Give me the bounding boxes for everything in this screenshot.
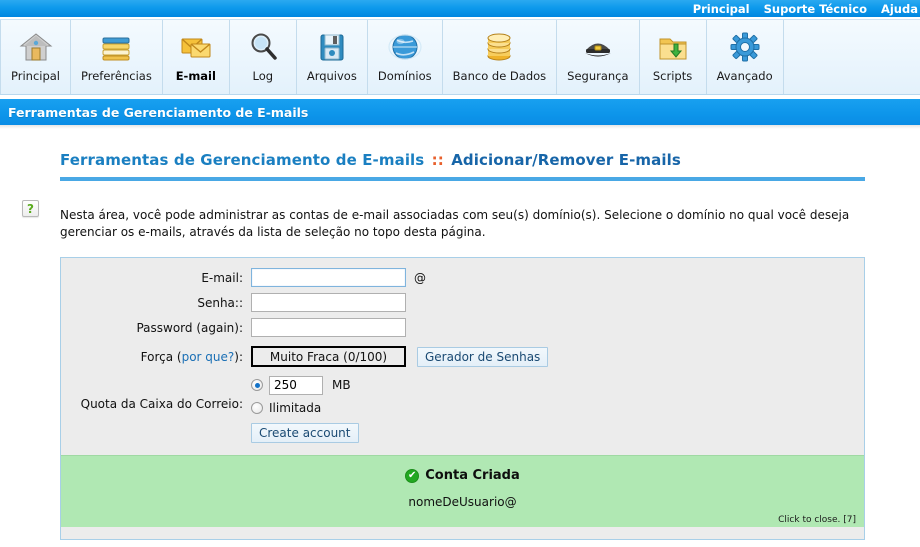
toolbar-label-dominios: Domínios bbox=[377, 69, 432, 83]
toolbar-item-log[interactable]: Log bbox=[230, 20, 297, 94]
page-description: Nesta área, você pode administrar as con… bbox=[60, 208, 850, 239]
toolbar-label-email: E-mail bbox=[175, 69, 216, 83]
toolbar-item-preferencias[interactable]: Preferências bbox=[71, 20, 163, 94]
quota-label: Quota da Caixa do Correio: bbox=[80, 397, 243, 411]
email-account-form-panel: E-mail: @ Senha:: Password (again): Forç… bbox=[60, 257, 865, 540]
topnav-ajuda[interactable]: Ajuda bbox=[881, 2, 918, 16]
quota-size-input[interactable] bbox=[269, 375, 323, 395]
password-field-row: Senha:: bbox=[61, 293, 864, 312]
password-strength-meter: Muito Fraca (0/100) bbox=[251, 346, 406, 367]
mailbox-quota-row: Quota da Caixa do Correio: MB Ilimitada … bbox=[61, 375, 864, 443]
toolbar-label-principal: Principal bbox=[11, 69, 61, 83]
password-label: Senha:: bbox=[197, 295, 243, 310]
toolbar-label-scripts: Scripts bbox=[652, 69, 693, 83]
section-banner: Ferramentas de Gerenciamento de E-mails bbox=[0, 99, 920, 125]
quota-fixed-option: MB bbox=[251, 375, 359, 395]
toolbar-item-arquivos[interactable]: Arquivos bbox=[297, 20, 368, 94]
password-again-label: Password (again): bbox=[136, 320, 243, 335]
toolbar-item-scripts[interactable]: Scripts bbox=[640, 20, 707, 94]
topnav-principal[interactable]: Principal bbox=[693, 2, 750, 16]
house-icon bbox=[13, 25, 59, 69]
toolbar-label-avancado: Avançado bbox=[716, 69, 773, 83]
police-cap-icon bbox=[575, 25, 621, 69]
main-icon-toolbar: Principal Preferências E-mail Log Arquiv… bbox=[0, 20, 920, 95]
toolbar-items: Principal Preferências E-mail Log Arquiv… bbox=[0, 20, 784, 94]
globe-icon bbox=[382, 25, 428, 69]
check-circle-icon: ✔ bbox=[405, 468, 420, 483]
top-navigation-bar: Principal Suporte Técnico Ajuda bbox=[0, 0, 920, 17]
toolbar-item-email[interactable]: E-mail bbox=[163, 20, 230, 94]
success-title-row: ✔ Conta Criada bbox=[61, 468, 864, 483]
breadcrumb: Ferramentas de Gerenciamento de E-mails … bbox=[60, 129, 920, 169]
quota-unlimited-option: Ilimitada bbox=[251, 398, 359, 418]
password-strength-row: Força (por que?): Muito Fraca (0/100) Ge… bbox=[61, 346, 864, 367]
password-again-input[interactable] bbox=[251, 318, 406, 337]
topnav-suporte-tecnico[interactable]: Suporte Técnico bbox=[764, 2, 867, 16]
toolbar-item-principal[interactable]: Principal bbox=[0, 20, 72, 94]
success-title: Conta Criada bbox=[425, 468, 520, 483]
breadcrumb-divider bbox=[60, 177, 865, 181]
strength-label: Força (por que?): bbox=[61, 350, 251, 364]
email-label: E-mail: bbox=[201, 270, 243, 285]
created-account-name: nomeDeUsuario@ bbox=[408, 495, 517, 509]
success-message-panel[interactable]: ✔ Conta Criada nomeDeUsuario@ Click to c… bbox=[61, 455, 864, 527]
password-generator-button[interactable]: Gerador de Senhas bbox=[417, 346, 549, 367]
quota-unlimited-radio[interactable] bbox=[251, 402, 263, 414]
toolbar-label-banco-de-dados: Banco de Dados bbox=[452, 69, 547, 83]
form-fields: E-mail: @ Senha:: Password (again): Forç… bbox=[61, 258, 864, 455]
top-navigation-links: Principal Suporte Técnico Ajuda bbox=[693, 2, 920, 16]
folder-download-icon bbox=[650, 25, 696, 69]
coins-icon bbox=[476, 25, 522, 69]
email-field-row: E-mail: @ bbox=[61, 268, 864, 287]
section-banner-title: Ferramentas de Gerenciamento de E-mails bbox=[8, 104, 309, 120]
close-hint[interactable]: Click to close. [7] bbox=[778, 515, 856, 525]
email-input[interactable] bbox=[251, 268, 406, 287]
toolbar-item-banco-de-dados[interactable]: Banco de Dados bbox=[443, 20, 558, 94]
create-account-button[interactable]: Create account bbox=[251, 423, 359, 443]
password-input[interactable] bbox=[251, 293, 406, 312]
breadcrumb-separator: :: bbox=[431, 151, 444, 169]
breadcrumb-parent[interactable]: Ferramentas de Gerenciamento de E-mails bbox=[60, 151, 424, 169]
quota-options: MB Ilimitada Create account bbox=[251, 375, 359, 443]
quota-unit-label: MB bbox=[332, 378, 351, 392]
help-icon[interactable]: ? bbox=[22, 200, 39, 217]
quota-fixed-radio[interactable] bbox=[251, 379, 263, 391]
why-link[interactable]: por que? bbox=[182, 350, 235, 364]
password-again-field-row: Password (again): bbox=[61, 318, 864, 337]
at-symbol: @ bbox=[414, 270, 426, 285]
books-icon bbox=[93, 25, 139, 69]
toolbar-label-preferencias: Preferências bbox=[81, 69, 152, 83]
gear-icon bbox=[722, 25, 768, 69]
toolbar-item-avancado[interactable]: Avançado bbox=[707, 20, 784, 94]
toolbar-item-seguranca[interactable]: Segurança bbox=[557, 20, 640, 94]
strength-label-prefix: Força ( bbox=[140, 349, 182, 364]
toolbar-label-seguranca: Segurança bbox=[567, 69, 629, 83]
page-content: ? Ferramentas de Gerenciamento de E-mail… bbox=[0, 129, 920, 540]
quota-unlimited-label: Ilimitada bbox=[269, 401, 322, 415]
breadcrumb-current: Adicionar/Remover E-mails bbox=[451, 151, 681, 169]
toolbar-label-log: Log bbox=[252, 69, 274, 83]
toolbar-item-dominios[interactable]: Domínios bbox=[368, 20, 443, 94]
envelope-icon bbox=[173, 25, 219, 69]
strength-label-suffix: ): bbox=[234, 349, 243, 364]
panel-footer bbox=[61, 527, 864, 539]
toolbar-empty-space bbox=[784, 20, 920, 94]
floppy-disk-icon bbox=[309, 25, 355, 69]
toolbar-label-arquivos: Arquivos bbox=[306, 69, 357, 83]
magnifier-icon bbox=[240, 25, 286, 69]
